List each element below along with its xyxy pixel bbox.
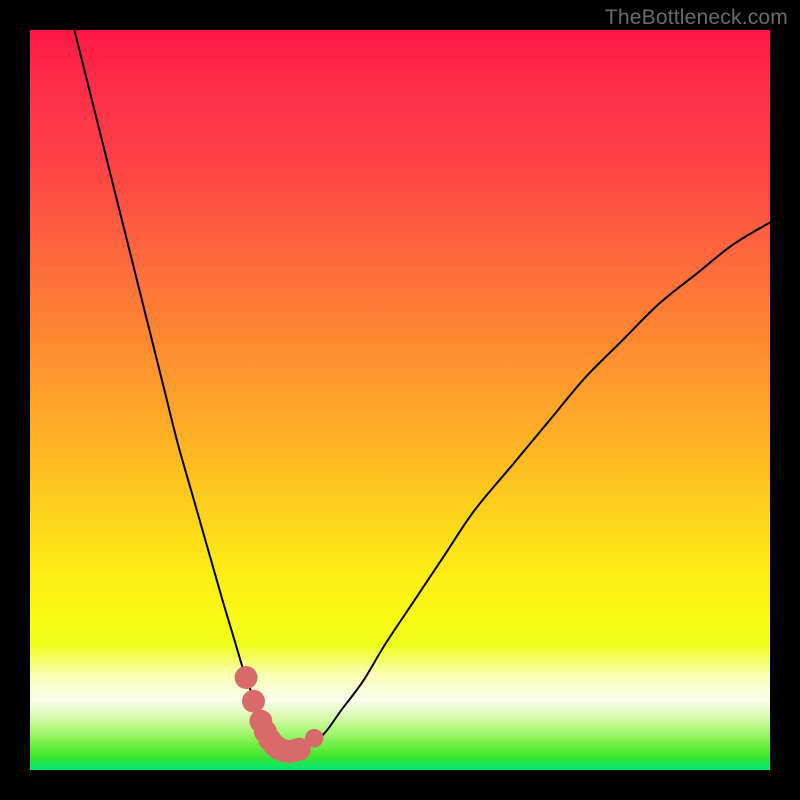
curve-overlay — [30, 30, 770, 770]
highlight-marker — [242, 690, 265, 713]
watermark-text: TheBottleneck.com — [605, 6, 788, 30]
highlight-marker — [305, 729, 324, 748]
highlight-marker — [235, 666, 258, 689]
chart-frame: TheBottleneck.com — [0, 0, 800, 800]
plot-area — [30, 30, 770, 770]
bottleneck-curve — [74, 30, 770, 753]
